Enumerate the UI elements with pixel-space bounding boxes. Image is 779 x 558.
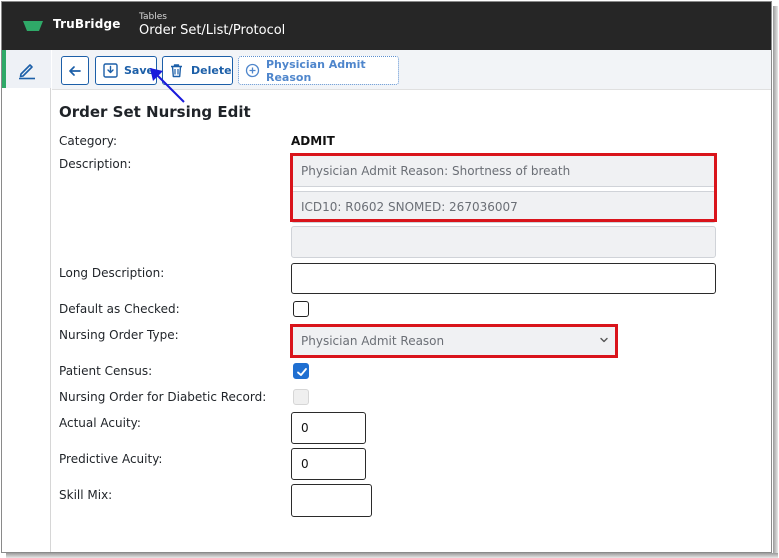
diabetic-record-label: Nursing Order for Diabetic Record: — [59, 390, 267, 404]
window-shadow-right — [773, 6, 778, 555]
patient-census-label: Patient Census: — [59, 364, 153, 378]
physician-admit-reason-label: Physician Admit Reason — [266, 57, 366, 84]
description-label: Description: — [59, 157, 132, 171]
default-checked-checkbox[interactable] — [293, 301, 309, 317]
long-description-input[interactable] — [291, 263, 716, 294]
default-checked-label: Default as Checked: — [59, 302, 180, 316]
delete-button-label: Delete — [191, 64, 232, 77]
actual-acuity-label: Actual Acuity: — [59, 416, 141, 430]
save-icon — [103, 63, 118, 78]
top-bar: TruBridge Tables Order Set/List/Protocol — [2, 2, 771, 50]
nursing-order-type-value: Physician Admit Reason — [301, 334, 445, 348]
sidebar — [2, 50, 51, 552]
diabetic-record-checkbox[interactable] — [293, 389, 309, 405]
predictive-acuity-input[interactable]: 0 — [291, 448, 366, 480]
description-line3-field[interactable] — [291, 226, 716, 258]
arrow-left-icon — [69, 65, 81, 76]
pencil-icon — [19, 64, 35, 80]
window-shadow-bottom — [6, 553, 778, 558]
nursing-order-type-label: Nursing Order Type: — [59, 328, 179, 342]
back-button[interactable] — [61, 56, 89, 85]
chevron-down-icon — [600, 337, 608, 343]
breadcrumb-parent[interactable]: Tables — [139, 12, 167, 22]
trubridge-logo-icon — [23, 21, 43, 31]
sidebar-item-edit[interactable] — [2, 50, 51, 88]
description-highlight — [290, 153, 717, 222]
app-window: TruBridge Tables Order Set/List/Protocol… — [1, 1, 772, 553]
category-label: Category: — [59, 134, 117, 148]
patient-census-checkbox[interactable] — [293, 363, 309, 379]
category-value: ADMIT — [291, 134, 335, 148]
predictive-acuity-label: Predictive Acuity: — [59, 452, 163, 466]
brand-name: TruBridge — [53, 17, 121, 31]
page-title: Order Set/List/Protocol — [139, 23, 286, 38]
nursing-order-type-select[interactable]: Physician Admit Reason — [293, 327, 615, 355]
checkmark-icon — [297, 368, 307, 376]
skill-mix-input[interactable] — [291, 484, 372, 517]
plus-circle-icon — [245, 63, 260, 78]
physician-admit-reason-button[interactable]: Physician Admit Reason — [238, 56, 399, 85]
actual-acuity-input[interactable]: 0 — [291, 412, 366, 444]
annotation-arrow-icon — [150, 68, 185, 103]
skill-mix-label: Skill Mix: — [59, 488, 113, 502]
long-description-label: Long Description: — [59, 266, 165, 280]
